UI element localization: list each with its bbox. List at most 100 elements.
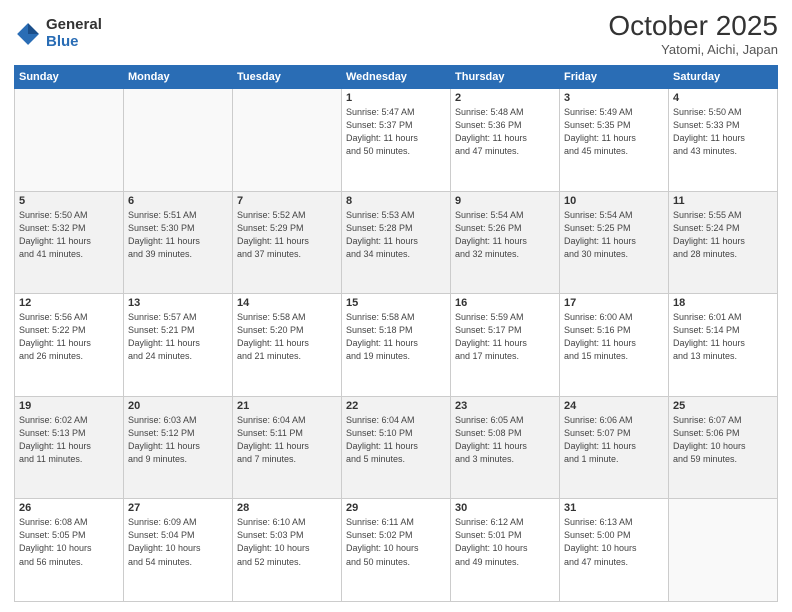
day-info: Sunrise: 5:58 AM Sunset: 5:18 PM Dayligh… xyxy=(346,311,446,363)
calendar-cell: 13 Sunrise: 5:57 AM Sunset: 5:21 PM Dayli… xyxy=(124,294,233,397)
calendar-cell: 6 Sunrise: 5:51 AM Sunset: 5:30 PM Daylig… xyxy=(124,191,233,294)
day-info: Sunrise: 6:08 AM Sunset: 5:05 PM Dayligh… xyxy=(19,516,119,568)
day-info: Sunrise: 6:01 AM Sunset: 5:14 PM Dayligh… xyxy=(673,311,773,363)
day-number: 24 xyxy=(564,400,664,412)
logo-blue-text: Blue xyxy=(46,34,102,51)
calendar-cell: 15 Sunrise: 5:58 AM Sunset: 5:18 PM Dayli… xyxy=(342,294,451,397)
day-info: Sunrise: 5:53 AM Sunset: 5:28 PM Dayligh… xyxy=(346,209,446,261)
day-info: Sunrise: 5:48 AM Sunset: 5:36 PM Dayligh… xyxy=(455,106,555,158)
day-number: 30 xyxy=(455,502,555,514)
day-number: 2 xyxy=(455,92,555,104)
day-info: Sunrise: 5:59 AM Sunset: 5:17 PM Dayligh… xyxy=(455,311,555,363)
calendar-cell: 21 Sunrise: 6:04 AM Sunset: 5:11 PM Dayli… xyxy=(233,396,342,499)
page: General Blue October 2025 Yatomi, Aichi,… xyxy=(0,0,792,612)
logo: General Blue xyxy=(14,17,102,50)
day-info: Sunrise: 6:13 AM Sunset: 5:00 PM Dayligh… xyxy=(564,516,664,568)
day-info: Sunrise: 6:09 AM Sunset: 5:04 PM Dayligh… xyxy=(128,516,228,568)
day-number: 10 xyxy=(564,195,664,207)
calendar-cell: 31 Sunrise: 6:13 AM Sunset: 5:00 PM Dayli… xyxy=(560,499,669,602)
calendar-cell: 10 Sunrise: 5:54 AM Sunset: 5:25 PM Dayli… xyxy=(560,191,669,294)
day-info: Sunrise: 6:02 AM Sunset: 5:13 PM Dayligh… xyxy=(19,414,119,466)
weekday-header-friday: Friday xyxy=(560,66,669,89)
day-number: 17 xyxy=(564,297,664,309)
calendar-week-row: 5 Sunrise: 5:50 AM Sunset: 5:32 PM Daylig… xyxy=(15,191,778,294)
calendar-cell: 30 Sunrise: 6:12 AM Sunset: 5:01 PM Dayli… xyxy=(451,499,560,602)
logo-general-text: General xyxy=(46,17,102,34)
day-number: 31 xyxy=(564,502,664,514)
day-number: 5 xyxy=(19,195,119,207)
day-info: Sunrise: 6:07 AM Sunset: 5:06 PM Dayligh… xyxy=(673,414,773,466)
day-number: 25 xyxy=(673,400,773,412)
day-info: Sunrise: 6:11 AM Sunset: 5:02 PM Dayligh… xyxy=(346,516,446,568)
day-number: 23 xyxy=(455,400,555,412)
day-info: Sunrise: 5:52 AM Sunset: 5:29 PM Dayligh… xyxy=(237,209,337,261)
weekday-header-saturday: Saturday xyxy=(669,66,778,89)
header: General Blue October 2025 Yatomi, Aichi,… xyxy=(14,10,778,57)
day-number: 20 xyxy=(128,400,228,412)
day-number: 18 xyxy=(673,297,773,309)
calendar-cell: 29 Sunrise: 6:11 AM Sunset: 5:02 PM Dayli… xyxy=(342,499,451,602)
day-info: Sunrise: 5:57 AM Sunset: 5:21 PM Dayligh… xyxy=(128,311,228,363)
day-number: 14 xyxy=(237,297,337,309)
day-number: 7 xyxy=(237,195,337,207)
calendar-cell: 23 Sunrise: 6:05 AM Sunset: 5:08 PM Dayli… xyxy=(451,396,560,499)
day-info: Sunrise: 5:55 AM Sunset: 5:24 PM Dayligh… xyxy=(673,209,773,261)
day-info: Sunrise: 5:54 AM Sunset: 5:25 PM Dayligh… xyxy=(564,209,664,261)
day-number: 29 xyxy=(346,502,446,514)
calendar-cell: 9 Sunrise: 5:54 AM Sunset: 5:26 PM Daylig… xyxy=(451,191,560,294)
calendar-week-row: 12Sunrise: 5:56 AM Sunset: 5:22 PM Dayli… xyxy=(15,294,778,397)
calendar-cell: 19Sunrise: 6:02 AM Sunset: 5:13 PM Dayli… xyxy=(15,396,124,499)
calendar-cell xyxy=(233,89,342,192)
day-info: Sunrise: 6:12 AM Sunset: 5:01 PM Dayligh… xyxy=(455,516,555,568)
day-number: 8 xyxy=(346,195,446,207)
calendar-cell: 11 Sunrise: 5:55 AM Sunset: 5:24 PM Dayli… xyxy=(669,191,778,294)
calendar-cell: 25 Sunrise: 6:07 AM Sunset: 5:06 PM Dayli… xyxy=(669,396,778,499)
day-info: Sunrise: 6:10 AM Sunset: 5:03 PM Dayligh… xyxy=(237,516,337,568)
day-number: 3 xyxy=(564,92,664,104)
day-number: 11 xyxy=(673,195,773,207)
calendar-cell: 4Sunrise: 5:50 AM Sunset: 5:33 PM Daylig… xyxy=(669,89,778,192)
day-number: 6 xyxy=(128,195,228,207)
day-info: Sunrise: 6:00 AM Sunset: 5:16 PM Dayligh… xyxy=(564,311,664,363)
day-info: Sunrise: 6:03 AM Sunset: 5:12 PM Dayligh… xyxy=(128,414,228,466)
day-number: 9 xyxy=(455,195,555,207)
logo-text: General Blue xyxy=(46,17,102,50)
day-number: 21 xyxy=(237,400,337,412)
calendar-cell: 12Sunrise: 5:56 AM Sunset: 5:22 PM Dayli… xyxy=(15,294,124,397)
calendar-cell: 14 Sunrise: 5:58 AM Sunset: 5:20 PM Dayli… xyxy=(233,294,342,397)
location: Yatomi, Aichi, Japan xyxy=(608,42,778,57)
weekday-header-monday: Monday xyxy=(124,66,233,89)
day-info: Sunrise: 5:51 AM Sunset: 5:30 PM Dayligh… xyxy=(128,209,228,261)
day-info: Sunrise: 5:49 AM Sunset: 5:35 PM Dayligh… xyxy=(564,106,664,158)
calendar-table: SundayMondayTuesdayWednesdayThursdayFrid… xyxy=(14,65,778,602)
day-info: Sunrise: 6:04 AM Sunset: 5:11 PM Dayligh… xyxy=(237,414,337,466)
day-info: Sunrise: 6:06 AM Sunset: 5:07 PM Dayligh… xyxy=(564,414,664,466)
calendar-cell: 5 Sunrise: 5:50 AM Sunset: 5:32 PM Daylig… xyxy=(15,191,124,294)
month-title: October 2025 xyxy=(608,10,778,42)
day-info: Sunrise: 5:54 AM Sunset: 5:26 PM Dayligh… xyxy=(455,209,555,261)
day-number: 13 xyxy=(128,297,228,309)
calendar-cell: 27Sunrise: 6:09 AM Sunset: 5:04 PM Dayli… xyxy=(124,499,233,602)
day-info: Sunrise: 5:50 AM Sunset: 5:33 PM Dayligh… xyxy=(673,106,773,158)
day-info: Sunrise: 5:50 AM Sunset: 5:32 PM Dayligh… xyxy=(19,209,119,261)
logo-icon xyxy=(14,20,42,48)
calendar-week-row: 1Sunrise: 5:47 AM Sunset: 5:37 PM Daylig… xyxy=(15,89,778,192)
day-number: 15 xyxy=(346,297,446,309)
weekday-header-sunday: Sunday xyxy=(15,66,124,89)
day-number: 16 xyxy=(455,297,555,309)
day-info: Sunrise: 5:47 AM Sunset: 5:37 PM Dayligh… xyxy=(346,106,446,158)
calendar-cell: 26Sunrise: 6:08 AM Sunset: 5:05 PM Dayli… xyxy=(15,499,124,602)
calendar-cell: 28Sunrise: 6:10 AM Sunset: 5:03 PM Dayli… xyxy=(233,499,342,602)
calendar-cell: 16 Sunrise: 5:59 AM Sunset: 5:17 PM Dayli… xyxy=(451,294,560,397)
calendar-cell: 1Sunrise: 5:47 AM Sunset: 5:37 PM Daylig… xyxy=(342,89,451,192)
calendar-cell: 17 Sunrise: 6:00 AM Sunset: 5:16 PM Dayli… xyxy=(560,294,669,397)
day-info: Sunrise: 5:56 AM Sunset: 5:22 PM Dayligh… xyxy=(19,311,119,363)
weekday-header-thursday: Thursday xyxy=(451,66,560,89)
calendar-cell: 20 Sunrise: 6:03 AM Sunset: 5:12 PM Dayli… xyxy=(124,396,233,499)
day-info: Sunrise: 5:58 AM Sunset: 5:20 PM Dayligh… xyxy=(237,311,337,363)
calendar-header-row: SundayMondayTuesdayWednesdayThursdayFrid… xyxy=(15,66,778,89)
title-section: October 2025 Yatomi, Aichi, Japan xyxy=(608,10,778,57)
calendar-week-row: 26Sunrise: 6:08 AM Sunset: 5:05 PM Dayli… xyxy=(15,499,778,602)
calendar-week-row: 19Sunrise: 6:02 AM Sunset: 5:13 PM Dayli… xyxy=(15,396,778,499)
day-info: Sunrise: 6:05 AM Sunset: 5:08 PM Dayligh… xyxy=(455,414,555,466)
